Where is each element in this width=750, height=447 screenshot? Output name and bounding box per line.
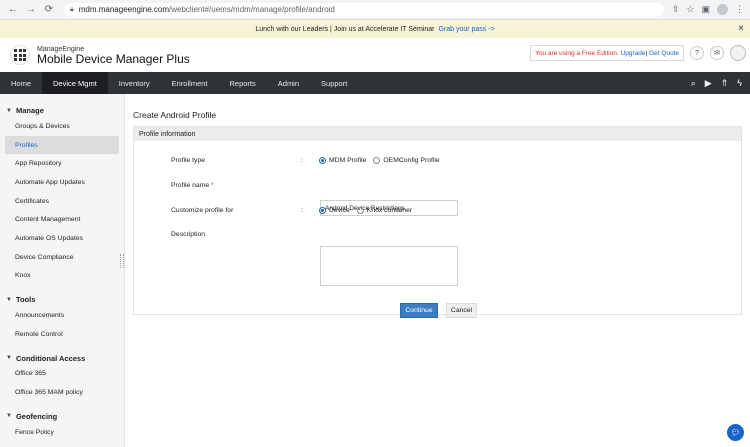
sidebar-item-office-365[interactable]: Office 365	[0, 365, 124, 384]
sidebar: ▼ Manage Groups & Devices Profiles App Re…	[0, 94, 125, 447]
nav-home[interactable]: Home	[0, 72, 42, 94]
sidebar-item-remote-control[interactable]: Remote Control	[0, 325, 124, 344]
sidebar-item-content-management[interactable]: Content Management	[0, 210, 124, 229]
nav-inventory[interactable]: Inventory	[108, 72, 161, 94]
sidebar-section-tools[interactable]: ▼ Tools	[0, 293, 124, 306]
sidebar-item-office-365-mam[interactable]: Office 365 MAM policy	[0, 383, 124, 402]
nav-device-mgmt[interactable]: Device Mgmt	[42, 72, 108, 94]
sidebar-item-knox[interactable]: Knox	[0, 267, 124, 286]
customize-label: Customize profile for	[171, 207, 234, 214]
video-icon[interactable]: ▶	[705, 78, 712, 89]
bookmark-star-icon[interactable]: ☆	[686, 4, 694, 15]
sidebar-section-manage[interactable]: ▼ Manage	[0, 104, 124, 117]
get-quote-link[interactable]: Get Quote	[649, 50, 679, 57]
sidebar-section-geofencing[interactable]: ▼ Geofencing	[0, 410, 124, 423]
help-icon[interactable]: ?	[690, 46, 704, 60]
search-icon[interactable]: ⌕	[691, 78, 696, 89]
app-grid-icon[interactable]	[10, 45, 30, 65]
sidebar-section-conditional-access[interactable]: ▼ Conditional Access	[0, 352, 124, 365]
sidebar-resize-handle[interactable]	[120, 254, 124, 268]
chevron-down-icon: ▼	[6, 107, 12, 114]
share-icon[interactable]: ⇪	[672, 4, 680, 15]
sidebar-item-profiles[interactable]: Profiles	[5, 135, 119, 155]
description-row: Description	[171, 231, 301, 238]
profile-info-panel: Profile information Profile type : MDM P…	[133, 126, 742, 318]
radio-mdm-profile[interactable]: MDM Profile	[319, 157, 366, 164]
app-header: ManageEngine Mobile Device Manager Plus …	[0, 38, 750, 72]
chevron-down-icon: ▼	[6, 296, 12, 303]
address-bar[interactable]: 🔒︎ mdm.manageengine.com/webclient#/uems/…	[64, 2, 664, 17]
user-avatar[interactable]	[730, 45, 746, 61]
mail-icon[interactable]: ✉	[710, 46, 724, 60]
description-label: Description	[171, 231, 205, 238]
sidebar-item-automate-os-updates[interactable]: Automate OS Updates	[0, 229, 124, 248]
content-area: Create Android Profile Profile informati…	[125, 94, 750, 447]
sidebar-item-groups-devices[interactable]: Groups & Devices	[0, 117, 124, 136]
side-panel-icon[interactable]: ▣	[701, 4, 710, 15]
required-mark: *	[211, 182, 214, 189]
page-title: Create Android Profile	[133, 110, 217, 120]
radio-selected-icon	[319, 207, 326, 214]
sidebar-item-fence-policy[interactable]: Fence Policy	[0, 423, 124, 442]
profile-name-label: Profile name *	[171, 182, 214, 189]
sidebar-item-announcements[interactable]: Announcements	[0, 306, 124, 325]
chevron-down-icon: ▼	[6, 355, 12, 362]
description-textarea[interactable]	[320, 246, 458, 286]
colon: :	[301, 157, 303, 164]
profile-type-label: Profile type	[171, 157, 206, 164]
promo-banner: Lunch with our Leaders | Join us at Acce…	[0, 20, 750, 38]
radio-unselected-icon	[373, 157, 381, 164]
upgrade-link[interactable]: Upgrade	[621, 50, 646, 57]
url-path: /webclient#/uems/mdm/manage/profile/andr…	[169, 5, 335, 14]
forward-arrow-icon[interactable]: →	[24, 3, 38, 17]
nav-reports[interactable]: Reports	[219, 72, 267, 94]
brand-logo: ManageEngine Mobile Device Manager Plus	[37, 46, 190, 65]
banner-text: Lunch with our Leaders | Join us at Acce…	[255, 25, 435, 33]
browser-menu-icon[interactable]: ⋮	[735, 4, 744, 15]
chevron-down-icon: ▼	[6, 413, 12, 420]
banner-link[interactable]: Grab your pass ->	[438, 26, 494, 33]
nav-enrollment[interactable]: Enrollment	[161, 72, 219, 94]
rocket-icon[interactable]: ⇑	[721, 78, 729, 89]
brand-product: Mobile Device Manager Plus	[37, 51, 190, 66]
radio-selected-icon	[319, 157, 326, 164]
back-arrow-icon[interactable]: ←	[6, 3, 20, 17]
panel-title: Profile information	[134, 127, 741, 141]
nav-admin[interactable]: Admin	[267, 72, 310, 94]
main-navbar: Home Device Mgmt Inventory Enrollment Re…	[0, 72, 750, 94]
sidebar-item-certificates[interactable]: Certificates	[0, 192, 124, 211]
sidebar-item-automate-app-updates[interactable]: Automate App Updates	[0, 173, 124, 192]
edition-text: You are using a Free Edition.	[535, 49, 619, 57]
customize-row: Customize profile for : Device Knox cont…	[171, 207, 419, 214]
colon: :	[301, 207, 303, 214]
browser-toolbar: ← → ⟳ 🔒︎ mdm.manageengine.com/webclient#…	[0, 0, 750, 20]
lock-icon: 🔒︎	[70, 5, 74, 13]
sidebar-item-app-repository[interactable]: App Repository	[0, 154, 124, 173]
profile-name-row: Profile name *	[171, 182, 301, 189]
nav-support[interactable]: Support	[310, 72, 358, 94]
continue-button[interactable]: Continue	[400, 303, 438, 318]
profile-type-row: Profile type : MDM Profile OEMConfig Pro…	[171, 157, 447, 164]
reload-icon[interactable]: ⟳	[42, 3, 56, 17]
radio-knox-container[interactable]: Knox container	[356, 207, 412, 214]
close-icon[interactable]: ×	[738, 23, 744, 34]
lightning-icon[interactable]: ϟ	[737, 78, 742, 88]
radio-device[interactable]: Device	[319, 207, 350, 214]
edition-notice: You are using a Free Edition. Upgrade | G…	[530, 45, 684, 61]
radio-unselected-icon	[356, 207, 364, 214]
url-host: mdm.manageengine.com	[78, 5, 170, 14]
chat-icon[interactable]: 💬︎	[727, 424, 744, 441]
cancel-button[interactable]: Cancel	[446, 303, 477, 318]
edition-separator: |	[645, 49, 648, 57]
radio-oemconfig-profile[interactable]: OEMConfig Profile	[373, 157, 440, 164]
sidebar-item-device-compliance[interactable]: Device Compliance	[0, 248, 124, 267]
profile-avatar-icon[interactable]	[717, 4, 728, 15]
